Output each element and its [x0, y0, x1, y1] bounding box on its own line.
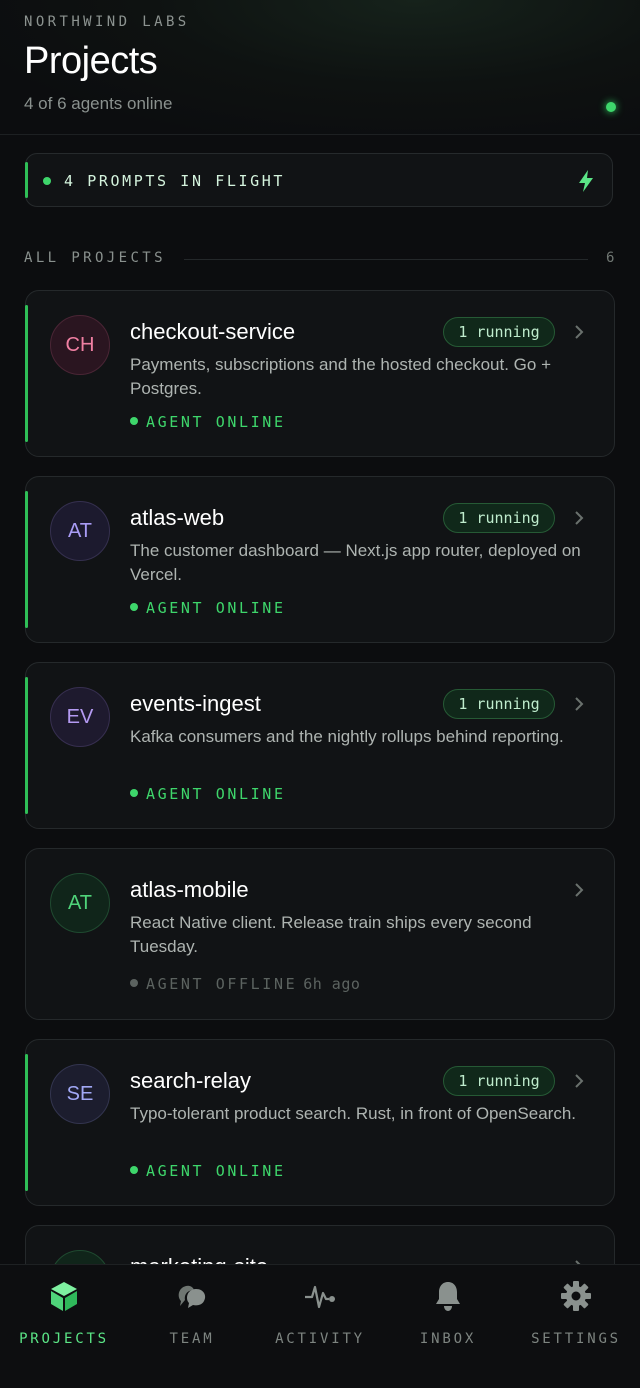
bolt-icon [579, 170, 593, 192]
status-dot [43, 177, 51, 185]
bell-icon [436, 1282, 460, 1311]
section-title: ALL PROJECTS [24, 250, 166, 266]
running-badge: 1 running [443, 689, 555, 719]
project-description: Kafka consumers and the nightly rollups … [130, 727, 564, 746]
status-dot [130, 979, 138, 987]
project-avatar: CH [50, 315, 110, 375]
project-name: checkout-service [130, 319, 296, 344]
agent-status: AGENT OFFLINE 6h ago [130, 975, 360, 993]
chevron-right-icon [575, 325, 584, 339]
nav-label: PROJECTS [19, 1331, 109, 1347]
project-avatar: AT [50, 873, 110, 933]
status-dot [130, 789, 138, 797]
project-description: Typo-tolerant product search. Rust, in f… [130, 1104, 577, 1123]
status-dot [130, 603, 138, 611]
page-title: Projects [24, 40, 158, 82]
status-dot [130, 1166, 138, 1174]
pulse-icon [305, 1285, 335, 1309]
project-name: atlas-mobile [130, 877, 249, 902]
project-avatar: EV [50, 687, 110, 747]
nav-label: SETTINGS [531, 1331, 621, 1347]
section-divider [184, 259, 588, 260]
project-name: events-ingest [130, 691, 261, 716]
chevron-right-icon [575, 1074, 584, 1088]
prompts-in-flight-banner[interactable]: 4 PROMPTS IN FLIGHT [25, 153, 613, 207]
project-description: Payments, subscriptions and the hosted c… [130, 355, 551, 398]
nav-label: INBOX [419, 1331, 477, 1347]
nav-inbox[interactable]: INBOX [388, 1279, 508, 1359]
project-card-events-ingest[interactable]: EV events-ingest 1 running Kafka consume… [25, 662, 615, 829]
org-name: NORTHWIND LABS [24, 14, 190, 30]
nav-label: ACTIVITY [275, 1331, 365, 1347]
nav-projects[interactable]: PROJECTS [4, 1279, 124, 1359]
running-badge: 1 running [443, 503, 555, 533]
prompts-in-flight-label: 4 PROMPTS IN FLIGHT [64, 172, 285, 190]
app-header: NORTHWIND LABS Projects 4 of 6 agents on… [0, 0, 640, 135]
nav-team[interactable]: TEAM [132, 1279, 252, 1359]
agent-status: AGENT ONLINE [130, 599, 286, 617]
project-card-checkout-service[interactable]: CH checkout-service 1 running Payments, … [25, 290, 615, 457]
chevron-right-icon [575, 511, 584, 525]
gear-icon [561, 1281, 591, 1311]
project-description: React Native client. Release train ships… [130, 913, 532, 956]
agent-status: AGENT ONLINE [130, 413, 286, 431]
project-description: The customer dashboard — Next.js app rou… [130, 541, 581, 584]
project-count: 6 [606, 250, 615, 266]
bottom-nav: PROJECTS TEAM ACTIVITY INBOX SETTINGS [0, 1264, 640, 1388]
project-card-search-relay[interactable]: SE search-relay 1 running Typo-tolerant … [25, 1039, 615, 1206]
status-dot [130, 417, 138, 425]
nav-settings[interactable]: SETTINGS [516, 1279, 636, 1359]
project-name: atlas-web [130, 505, 225, 530]
project-name: search-relay [130, 1068, 252, 1093]
chevron-right-icon [575, 883, 584, 897]
agent-status: AGENT ONLINE [130, 785, 286, 803]
agent-status: AGENT ONLINE [130, 1162, 286, 1180]
project-card-atlas-web[interactable]: AT atlas-web 1 running The customer dash… [25, 476, 615, 643]
project-card-atlas-mobile[interactable]: AT atlas-mobile React Native client. Rel… [25, 848, 615, 1020]
chat-bubbles-icon [178, 1285, 206, 1308]
cube-icon [51, 1282, 77, 1311]
online-status-dot [606, 102, 616, 112]
chevron-right-icon [575, 697, 584, 711]
project-avatar: SE [50, 1064, 110, 1124]
agents-online-summary: 4 of 6 agents online [24, 94, 173, 113]
nav-label: TEAM [169, 1331, 215, 1347]
running-badge: 1 running [443, 317, 555, 347]
running-badge: 1 running [443, 1066, 555, 1096]
project-avatar: AT [50, 501, 110, 561]
nav-activity[interactable]: ACTIVITY [260, 1279, 380, 1359]
